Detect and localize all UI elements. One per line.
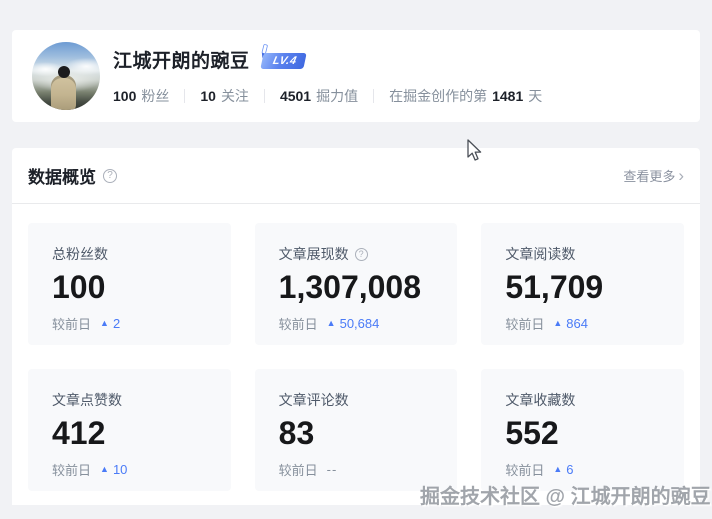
- view-more-link[interactable]: 查看更多 ›: [623, 166, 684, 185]
- card-label: 文章收藏数: [505, 390, 660, 410]
- card-value: 412: [52, 415, 207, 452]
- delta-label: 较前日: [52, 460, 91, 479]
- creation-days: 在掘金创作的第 1481 天: [389, 86, 542, 106]
- stat-cards-grid: 总粉丝数 100 较前日 ▲ 2 文章展现数 ? 1,307,008 较前日 ▲: [12, 204, 700, 491]
- level-badge-label: LV.4: [260, 53, 306, 69]
- stat-card-article-impressions: 文章展现数 ? 1,307,008 较前日 ▲ 50,684: [255, 223, 458, 345]
- card-delta: 较前日 ▲ 6: [505, 460, 660, 479]
- delta-value: ▲ 10: [100, 462, 127, 477]
- stat-card-article-reads: 文章阅读数 51,709 较前日 ▲ 864: [481, 223, 684, 345]
- panel-title: 数据概览: [28, 163, 96, 188]
- delta-label: 较前日: [279, 314, 318, 333]
- avatar-person-head: [58, 66, 70, 78]
- triangle-up-icon: ▲: [100, 319, 109, 328]
- following-count: 10: [200, 88, 216, 104]
- card-value: 100: [52, 269, 207, 306]
- card-delta: 较前日 --: [279, 460, 434, 479]
- profile-stats-row: 100 粉丝 10 关注 4501 掘力值 在掘金创作的第 1481 天: [113, 86, 542, 106]
- delta-value: ▲ 864: [553, 316, 588, 331]
- delta-value: --: [327, 462, 338, 477]
- card-value: 83: [279, 415, 434, 452]
- card-label: 文章评论数: [279, 390, 434, 410]
- delta-label: 较前日: [52, 314, 91, 333]
- delta-label: 较前日: [505, 314, 544, 333]
- card-delta: 较前日 ▲ 10: [52, 460, 207, 479]
- mouse-cursor-icon: [466, 139, 483, 162]
- divider: [184, 89, 185, 103]
- power-count: 4501: [280, 88, 311, 104]
- stat-card-article-likes: 文章点赞数 412 较前日 ▲ 10: [28, 369, 231, 491]
- creation-days-prefix: 在掘金创作的第: [389, 88, 487, 104]
- card-value: 552: [505, 415, 660, 452]
- followers-count: 100: [113, 88, 136, 104]
- delta-label: 较前日: [279, 460, 318, 479]
- card-label: 文章阅读数: [505, 244, 660, 264]
- following-stat: 10 关注: [200, 86, 249, 106]
- stat-card-article-comments: 文章评论数 83 较前日 --: [255, 369, 458, 491]
- creation-days-count: 1481: [492, 88, 523, 104]
- stat-card-total-fans: 总粉丝数 100 较前日 ▲ 2: [28, 223, 231, 345]
- delta-label: 较前日: [505, 460, 544, 479]
- divider: [373, 89, 374, 103]
- card-delta: 较前日 ▲ 50,684: [279, 314, 434, 333]
- stat-card-article-bookmarks: 文章收藏数 552 较前日 ▲ 6: [481, 369, 684, 491]
- followers-stat: 100 粉丝: [113, 86, 169, 106]
- help-icon[interactable]: ?: [103, 169, 117, 183]
- card-delta: 较前日 ▲ 2: [52, 314, 207, 333]
- delta-value: ▲ 2: [100, 316, 120, 331]
- avatar[interactable]: [32, 42, 100, 110]
- triangle-up-icon: ▲: [553, 319, 562, 328]
- power-label: 掘力值: [316, 88, 358, 104]
- profile-info: 江城开朗的豌豆 LV.4 100 粉丝 10 关注 4501 掘力值: [113, 46, 542, 106]
- panel-header: 数据概览 ? 查看更多 ›: [12, 148, 700, 204]
- triangle-up-icon: ▲: [100, 465, 109, 474]
- delta-value: ▲ 50,684: [327, 316, 380, 331]
- card-label: 总粉丝数: [52, 244, 207, 264]
- watermark: 掘金技术社区 @ 江城开朗的豌豆: [420, 480, 711, 509]
- chevron-right-icon: ›: [678, 169, 684, 182]
- delta-value: ▲ 6: [553, 462, 573, 477]
- card-value: 51,709: [505, 269, 660, 306]
- divider: [264, 89, 265, 103]
- power-stat: 4501 掘力值: [280, 86, 358, 106]
- card-delta: 较前日 ▲ 864: [505, 314, 660, 333]
- followers-label: 粉丝: [141, 88, 169, 104]
- avatar-person-body: [51, 75, 76, 110]
- help-icon[interactable]: ?: [355, 248, 368, 261]
- card-label: 文章展现数 ?: [279, 244, 434, 264]
- profile-card: 江城开朗的豌豆 LV.4 100 粉丝 10 关注 4501 掘力值: [12, 30, 700, 122]
- card-label: 文章点赞数: [52, 390, 207, 410]
- triangle-up-icon: ▲: [327, 319, 336, 328]
- level-badge[interactable]: LV.4: [262, 51, 305, 69]
- creation-days-suffix: 天: [528, 88, 542, 104]
- following-label: 关注: [221, 88, 249, 104]
- data-overview-panel: 数据概览 ? 查看更多 › 总粉丝数 100 较前日 ▲ 2 文章展现数: [12, 148, 700, 505]
- username: 江城开朗的豌豆: [113, 46, 250, 73]
- view-more-label: 查看更多: [623, 166, 675, 185]
- card-value: 1,307,008: [279, 269, 434, 306]
- triangle-up-icon: ▲: [553, 465, 562, 474]
